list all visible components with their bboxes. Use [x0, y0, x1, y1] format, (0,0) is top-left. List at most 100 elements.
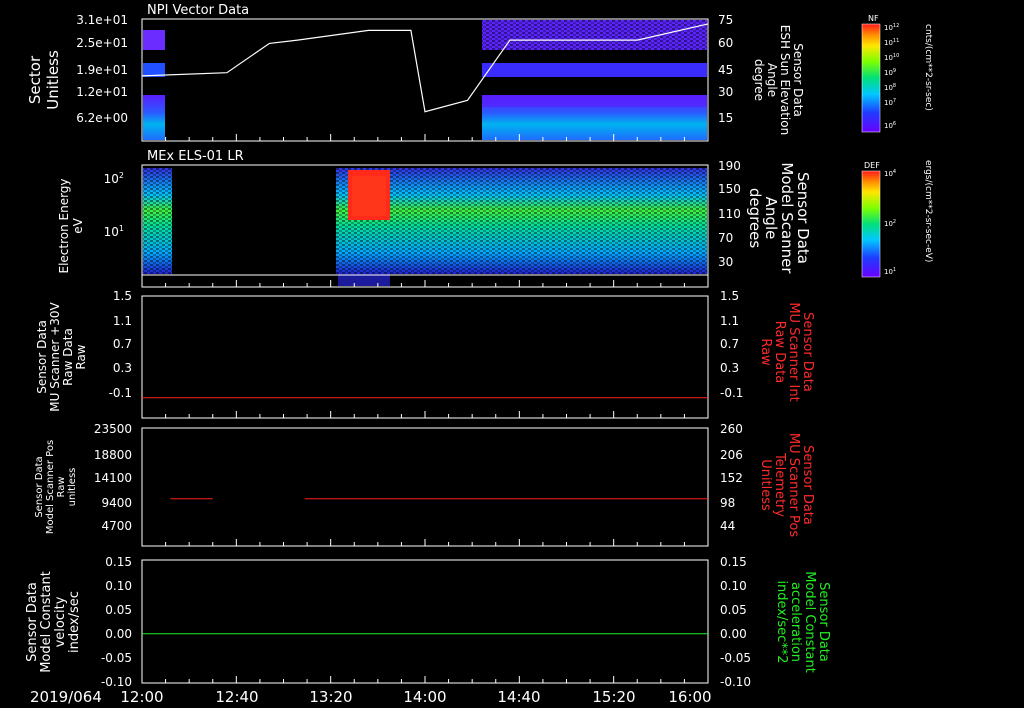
- npi-right-ticks: 75 60 45 30 15: [718, 13, 733, 125]
- colorbar-def-tick: 104: [884, 169, 896, 178]
- mu30-left-label: Sensor Data MU Scanner +30V Raw Data Raw: [35, 302, 88, 412]
- npi-left-tick: 3.1e+01: [76, 13, 128, 27]
- mu30-right-label: Sensor Data MU Scanner Int Raw Data Raw: [758, 302, 815, 401]
- model-right-label-line: acceleration: [788, 582, 803, 662]
- mu30-left-label-line: Raw Data: [61, 328, 75, 386]
- colorbar-nf-bar: [861, 23, 881, 133]
- npi-spectrogram: [143, 20, 707, 140]
- colorbar-nf-tick: 108: [884, 83, 896, 92]
- els-left-label-line: eV: [71, 217, 85, 233]
- pos-left-label-line: unitless: [67, 468, 78, 507]
- model-right-tick: 0.10: [720, 579, 747, 593]
- mu30-left-tick: 0.7: [113, 337, 132, 351]
- model-right-label-line: index/sec**2: [774, 580, 789, 663]
- model-right-label-line: Model Constant: [802, 571, 817, 673]
- colorbar-def-tick: 101: [884, 267, 896, 276]
- els-spec-speckle: [336, 168, 707, 274]
- mu30-left-tick: -0.1: [109, 386, 132, 400]
- npi-right-label-line: Sensor Data: [791, 43, 805, 117]
- model-left-ticks: 0.15 0.10 0.05 0.00 -0.05 -0.10: [101, 555, 132, 689]
- plot-canvas: NPI Vector Data MEx ELS-01 LR 3.1e+01 2.…: [25, 3, 933, 706]
- model-left-tick: 0.05: [105, 603, 132, 617]
- model-right-tick: 0.05: [720, 603, 747, 617]
- npi-left-tick: 6.2e+00: [76, 111, 128, 125]
- mu30-left-tick: 1.1: [113, 314, 132, 328]
- mu30-left-tick: 0.3: [113, 361, 132, 375]
- mu30-right-label-line: Sensor Data: [800, 312, 815, 392]
- els-right-label-line: degrees: [746, 188, 764, 249]
- colorbar-def-unit: ergs/(cm**2-sr-sec-eV): [923, 160, 933, 262]
- colorbar-nf-tick: 109: [884, 68, 896, 77]
- colorbar-nf-tick: 1011: [884, 38, 899, 47]
- npi-right-label-line: ESH Sun Elevation: [778, 25, 792, 135]
- pos-left-tick: 4700: [101, 519, 132, 533]
- panel-els-title: MEx ELS-01 LR: [147, 149, 244, 164]
- els-spec-speckle: [143, 168, 172, 274]
- npi-left-label-line: Unitless: [44, 50, 62, 110]
- npi-left-tick: 1.9e+01: [76, 63, 128, 77]
- model-left-label-line: velocity: [53, 596, 68, 647]
- model-left-tick: -0.10: [101, 675, 132, 689]
- els-left-ticks: 102 101: [104, 171, 124, 239]
- colorbar-nf-ticks: 1012 1011 1010 109 108 107 106: [884, 23, 899, 130]
- panel-npi: [141, 18, 709, 142]
- npi-spec-speckle: [482, 20, 707, 50]
- model-left-label-line: Sensor Data: [25, 582, 40, 662]
- pos-right-ticks: 260 206 152 98 44: [720, 422, 743, 533]
- colorbar-def-ticks: 104 102 101: [884, 169, 896, 276]
- model-left-tick: 0.15: [105, 555, 132, 569]
- els-right-tick: 150: [718, 182, 741, 196]
- els-left-label: Electron Energy eV: [57, 178, 85, 273]
- mu30-right-tick: 1.5: [720, 289, 739, 303]
- npi-right-tick: 15: [718, 111, 733, 125]
- colorbar-nf-tick: 1012: [884, 23, 899, 32]
- model-right-tick: 0.15: [720, 555, 747, 569]
- panel-pos-frame: [141, 427, 709, 547]
- panel-mu30-frame: [141, 295, 709, 419]
- npi-right-label: Sensor Data ESH Sun Elevation Angle degr…: [752, 25, 805, 135]
- colorbar-def-bar: [861, 170, 881, 278]
- els-left-tick: 101: [104, 224, 124, 239]
- pos-left-label-line: Raw: [56, 476, 67, 497]
- pos-left-ticks: 23500 18800 14100 9400 4700: [94, 422, 132, 533]
- mu30-right-tick: 0.3: [720, 361, 739, 375]
- colorbar-nf-tick: 106: [884, 121, 896, 130]
- x-tick-label: 14:40: [497, 688, 540, 706]
- npi-left-ticks: 3.1e+01 2.5e+01 1.9e+01 1.2e+01 6.2e+00: [76, 13, 128, 125]
- colorbar-nf-unit: cnts/(cm**2-sr-sec): [923, 24, 933, 111]
- model-left-tick: 0.00: [105, 627, 132, 641]
- npi-left-tick: 1.2e+01: [76, 85, 128, 99]
- panel-mu30: [141, 295, 709, 419]
- model-left-label-line: index/sec: [67, 591, 82, 653]
- pos-right-tick: 152: [720, 471, 743, 485]
- model-right-label: Sensor Data Model Constant acceleration …: [774, 571, 831, 673]
- pos-right-label-line: Sensor Data: [800, 445, 815, 525]
- els-right-tick: 70: [718, 231, 733, 245]
- model-right-label-line: Sensor Data: [816, 582, 831, 662]
- pos-right-tick: 206: [720, 448, 743, 462]
- colorbar-nf-tick: 107: [884, 98, 896, 107]
- x-tick-label: 13:20: [309, 688, 352, 706]
- pos-left-tick: 18800: [94, 448, 132, 462]
- model-left-label-line: Model Constant: [39, 571, 54, 673]
- panel-els: [141, 164, 709, 288]
- colorbar-def-title: DEF: [864, 161, 880, 170]
- mu30-left-tick: 1.5: [113, 289, 132, 303]
- pos-right-tick: 44: [720, 519, 735, 533]
- pos-right-label-line: Telemetry: [772, 452, 787, 517]
- pos-right-label-line: MU Scanner Pos: [786, 433, 801, 538]
- els-right-tick: 30: [718, 255, 733, 269]
- npi-right-label-line: degree: [752, 59, 766, 101]
- npi-left-label: Sector Unitless: [26, 50, 62, 110]
- els-spec-hot: [352, 176, 386, 216]
- mu30-left-label-line: MU Scanner +30V: [48, 302, 62, 412]
- npi-right-tick: 75: [718, 13, 733, 27]
- x-tick-label: 15:20: [592, 688, 635, 706]
- pos-left-tick: 9400: [101, 496, 132, 510]
- npi-right-tick: 60: [718, 36, 733, 50]
- colorbar-def: DEF 104 102 101 ergs/(cm**2-sr-sec-eV): [861, 160, 933, 278]
- els-spectrogram: [143, 168, 707, 286]
- npi-right-tick: 30: [718, 85, 733, 99]
- x-tick-label: 14:00: [403, 688, 446, 706]
- els-right-ticks: 190 150 110 70 30: [718, 159, 741, 269]
